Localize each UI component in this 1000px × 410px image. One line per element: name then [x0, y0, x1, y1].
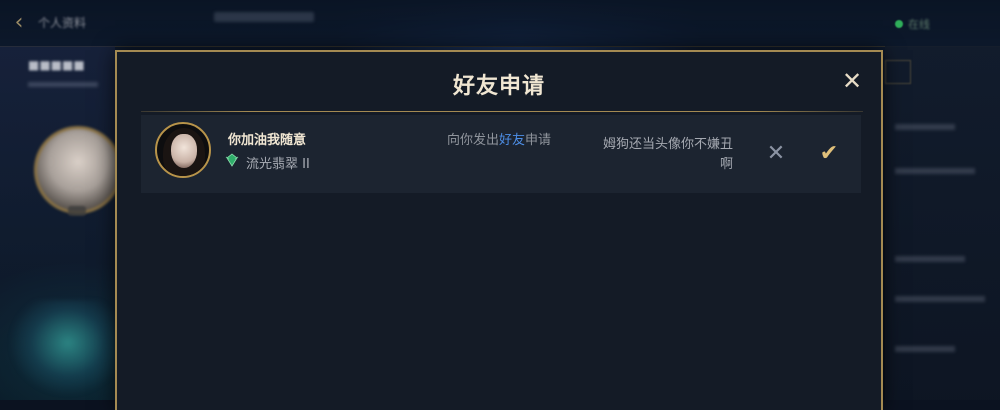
- title-divider: [141, 111, 863, 112]
- blurred-tab: [214, 12, 314, 22]
- blurred-rank-emblem: [10, 300, 115, 395]
- blurred-text: [895, 168, 975, 174]
- friends-icon[interactable]: [925, 60, 949, 82]
- close-icon[interactable]: ✕: [841, 69, 863, 93]
- emerald-rank-icon: [225, 153, 239, 167]
- profile-tab-label: 个人资料: [38, 16, 87, 30]
- requester-nickname: 你加油我随意: [228, 133, 307, 148]
- request-description: 向你发出好友申请: [447, 133, 552, 148]
- blurred-text: [895, 256, 965, 262]
- blurred-text: [895, 346, 955, 352]
- blurred-text: [895, 124, 955, 130]
- online-status-label: 在线: [908, 18, 930, 31]
- requester-rank: 流光翡翠 II: [246, 157, 310, 172]
- add-friend-icon[interactable]: [885, 60, 911, 84]
- top-bar: ‹ 个人资料 在线: [0, 0, 1000, 47]
- dialog-title: 好友申请: [452, 74, 545, 99]
- chevron-left-icon[interactable]: ‹: [6, 10, 32, 36]
- blurred-text: [895, 296, 985, 302]
- friend-request-dialog: 好友申请 ✕ 你加油我随意 流光翡翠 II 向你发出好友申请 姆狗还当头像你不嫌…: [115, 50, 883, 410]
- request-message: 姆狗还当头像你不嫌丑啊: [602, 137, 733, 172]
- blurred-profile-avatar: [34, 126, 122, 214]
- accept-button[interactable]: ✔: [817, 142, 841, 166]
- online-status-icon: [895, 20, 903, 28]
- decline-button[interactable]: ✕: [765, 143, 787, 165]
- blurred-line: [28, 82, 98, 87]
- friend-request-item: 你加油我随意 流光翡翠 II 向你发出好友申请 姆狗还当头像你不嫌丑啊 ✕ ✔: [141, 115, 861, 193]
- blurred-summoner-name: ■■■■■: [28, 58, 85, 72]
- blurred-level-badge: [68, 206, 86, 216]
- social-panel: [885, 46, 1000, 400]
- requester-avatar[interactable]: [155, 122, 211, 178]
- friend-highlight: 好友: [499, 133, 526, 148]
